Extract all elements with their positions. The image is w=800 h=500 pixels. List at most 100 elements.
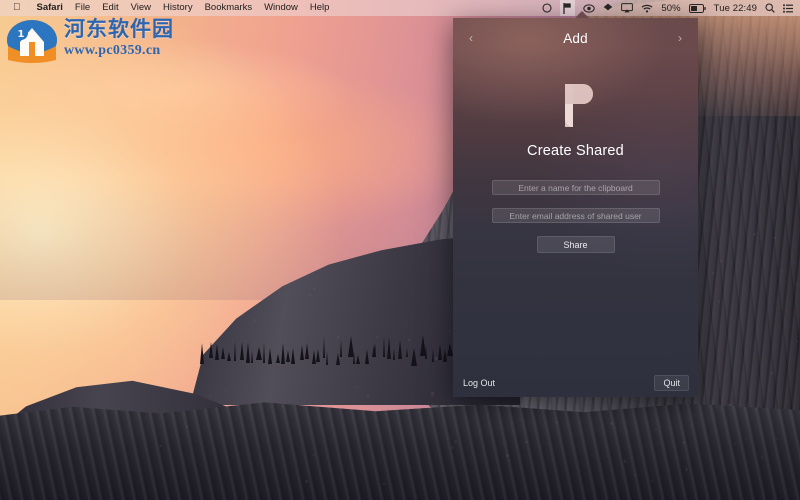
tree-silhouette: [339, 339, 342, 357]
rock-speck: [551, 417, 554, 419]
popover-arrow: [575, 11, 589, 18]
timemachine-icon[interactable]: [542, 0, 552, 16]
popover-header: ‹ Add ›: [453, 18, 698, 58]
tree-silhouette: [382, 336, 385, 357]
rock-speck: [231, 243, 233, 245]
tree-silhouette: [398, 339, 403, 359]
rock-speck: [180, 377, 184, 381]
rock-speck: [179, 389, 181, 391]
tree-silhouette: [239, 342, 244, 361]
tree-silhouette: [316, 349, 321, 363]
rock-speck: [621, 464, 622, 465]
menu-item-view[interactable]: View: [125, 0, 157, 16]
tree-silhouette: [304, 343, 309, 360]
add-clipboard-popover: ‹ Add › Create Shared Share Log Out Quit: [453, 18, 698, 397]
rock-speck: [329, 402, 332, 404]
wifi-icon[interactable]: [641, 0, 653, 16]
rock-speck: [684, 468, 688, 471]
tree-silhouette: [431, 347, 434, 362]
rock-speck: [419, 312, 420, 313]
menu-item-file[interactable]: File: [69, 0, 96, 16]
rock-speck: [329, 406, 331, 408]
menu-item-safari[interactable]: Safari: [31, 0, 69, 16]
tree-silhouette: [386, 337, 391, 360]
tree-silhouette: [200, 342, 204, 364]
menu-item-help[interactable]: Help: [304, 0, 336, 16]
menu-item-window[interactable]: Window: [258, 0, 304, 16]
rock-speck: [600, 463, 601, 464]
airplay-icon[interactable]: [621, 0, 634, 16]
rock-speck: [186, 426, 188, 428]
menu-item-edit[interactable]: Edit: [96, 0, 124, 16]
menu-bar[interactable]:  Safari File Edit View History Bookmark…: [0, 0, 800, 16]
rock-speck: [700, 407, 702, 409]
battery-percent-label: 50%: [661, 2, 681, 14]
tree-silhouette: [251, 350, 254, 364]
watermark: 1 河东软件园 www.pc0359.cn: [6, 16, 174, 66]
rock-speck: [506, 453, 509, 457]
rock-speck: [430, 391, 434, 395]
rock-speck: [711, 400, 714, 403]
rock-speck: [151, 264, 153, 266]
share-button[interactable]: Share: [536, 236, 615, 253]
tree-silhouette: [323, 336, 326, 358]
rock-speck: [279, 293, 281, 295]
rock-speck: [766, 412, 767, 413]
tree-silhouette: [299, 344, 304, 360]
clipboard-name-input[interactable]: [491, 180, 660, 195]
battery-icon[interactable]: [688, 0, 706, 16]
tree-silhouette: [275, 353, 280, 363]
tree-silhouette: [405, 347, 408, 357]
popover-body: Create Shared Share: [453, 58, 698, 253]
rock-speck: [712, 441, 714, 443]
rock-speck: [502, 443, 504, 445]
rock-speck: [607, 431, 608, 432]
tree-silhouette: [255, 347, 262, 361]
tree-silhouette: [374, 341, 377, 357]
rock-speck: [390, 312, 392, 314]
rock-speck: [309, 273, 311, 275]
rock-speck: [448, 307, 450, 310]
rock-speck: [205, 310, 207, 312]
apple-menu-icon[interactable]: : [13, 3, 21, 13]
rock-speck: [254, 319, 256, 321]
tree-silhouette: [393, 348, 396, 361]
rock-speck: [771, 245, 772, 246]
search-icon[interactable]: [765, 0, 775, 16]
flag-icon[interactable]: [560, 0, 576, 16]
dropbox-icon[interactable]: [603, 0, 613, 16]
tree-silhouette: [410, 347, 417, 366]
notification-center-icon[interactable]: [783, 0, 793, 16]
menu-item-bookmarks[interactable]: Bookmarks: [199, 0, 259, 16]
tree-silhouette: [233, 340, 236, 361]
tree-silhouette: [326, 351, 329, 366]
tree-silhouette: [364, 348, 369, 364]
menu-item-history[interactable]: History: [157, 0, 199, 16]
rock-speck: [229, 283, 231, 285]
rock-speck: [185, 241, 187, 243]
tree-silhouette: [221, 346, 226, 359]
rock-speck: [403, 320, 405, 322]
shared-user-email-input[interactable]: [491, 208, 660, 223]
watermark-url: www.pc0359.cn: [64, 43, 161, 58]
tree-silhouette: [356, 354, 361, 364]
rock-speck: [209, 395, 211, 397]
popover-footer: Log Out Quit: [453, 369, 698, 397]
rock-speck: [208, 337, 209, 338]
quit-button[interactable]: Quit: [654, 375, 689, 391]
chevron-left-icon[interactable]: ‹: [457, 18, 485, 58]
tree-silhouette: [262, 342, 265, 364]
log-out-button[interactable]: Log Out: [462, 376, 496, 390]
rock-speck: [773, 236, 776, 240]
chevron-right-icon[interactable]: ›: [666, 18, 694, 58]
tree-silhouette: [437, 343, 442, 360]
rock-speck: [183, 345, 187, 348]
rock-speck: [770, 372, 773, 375]
page-title: Add: [563, 30, 588, 46]
rock-speck: [796, 283, 798, 285]
menu-bar-clock[interactable]: Tue 22:49: [714, 3, 757, 14]
rock-speck: [305, 479, 309, 483]
tree-silhouette: [268, 348, 273, 365]
rock-speck: [242, 314, 244, 316]
tree-silhouette: [285, 349, 290, 362]
